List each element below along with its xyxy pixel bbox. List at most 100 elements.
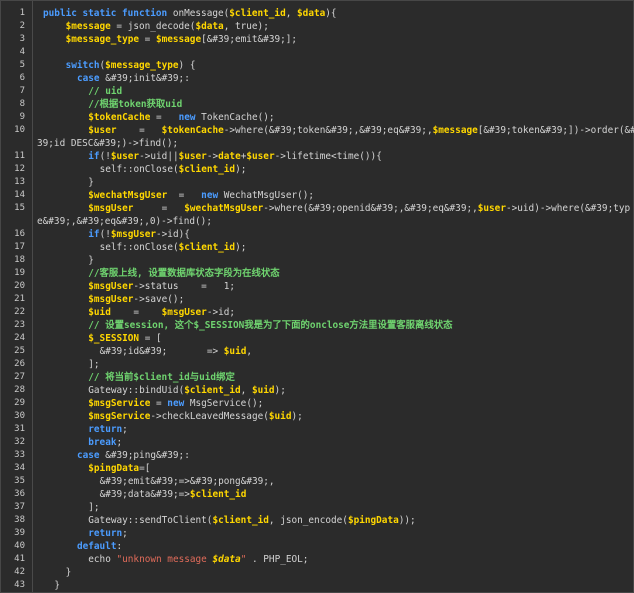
code-line: 5 switch($message_type) {	[1, 59, 633, 72]
code-token: &#39;init&#39;:	[105, 73, 190, 84]
code-line: 12 self::onClose($client_id);	[1, 163, 633, 176]
code-token: ;	[122, 424, 128, 435]
code-token: return	[88, 424, 123, 435]
code-token: );	[291, 411, 303, 422]
code-text: }	[54, 579, 60, 592]
line-number: 31	[14, 424, 25, 434]
code-text: &#39;data&#39;=>$client_id	[100, 488, 247, 501]
code-text: //客服上线, 设置数据库状态字段为在线状态	[88, 267, 279, 280]
line-number: 36	[14, 489, 25, 499]
code-text: switch($message_type) {	[66, 59, 196, 72]
code-token: $uid	[251, 385, 275, 396]
code-text: }	[88, 176, 94, 189]
code-token: }	[88, 255, 94, 266]
code-line: 38 Gateway::sendToClient($client_id, json…	[1, 514, 633, 527]
line-number: 1	[19, 8, 25, 18]
code-text: }	[88, 254, 94, 267]
line-number: 27	[14, 372, 25, 382]
code-token: ->id){	[156, 229, 190, 240]
code-token: ->	[206, 151, 219, 162]
code-token: ->save();	[133, 294, 185, 305]
line-number: 21	[14, 294, 25, 304]
code-line: 29 $msgService = new MsgService();	[1, 397, 633, 410]
line-number: 30	[14, 411, 25, 421]
code-line-wrap: 39;id DESC&#39;)->find();	[1, 137, 633, 150]
line-number: 19	[14, 268, 25, 278]
line-number: 39	[14, 528, 25, 538]
code-token: // 将当前$client_id与uid绑定	[88, 372, 235, 383]
line-number: 34	[14, 463, 25, 473]
code-token: Gateway::sendToClient(	[88, 515, 213, 526]
line-number: 32	[14, 437, 25, 447]
code-token: case	[76, 73, 106, 84]
code-text: // uid	[88, 85, 122, 98]
code-token: TokenCache();	[201, 112, 275, 123]
line-number: 5	[19, 60, 25, 70]
code-line: 32 break;	[1, 436, 633, 449]
code-text: Gateway::bindUid($client_id, $uid);	[88, 384, 286, 397]
code-text: if(!$msgUser->id){	[88, 228, 190, 241]
line-number: 2	[19, 21, 25, 31]
code-line: 14 $wechatMsgUser = new WechatMsgUser();	[1, 189, 633, 202]
line-number: 40	[14, 541, 25, 551]
code-token: $msgUser	[88, 281, 134, 292]
code-text: $_SESSION = [	[88, 332, 161, 345]
code-token: }	[65, 567, 72, 578]
code-text: //根据token获取uid	[88, 98, 182, 111]
code-text: $uid = $msgUser->id;	[88, 306, 235, 319]
line-number: 42	[14, 567, 25, 577]
code-token: $client_id	[189, 489, 247, 500]
code-token: $msgUser	[88, 294, 134, 305]
code-token: ) {	[178, 60, 196, 71]
code-line: 13}	[1, 176, 633, 189]
code-token: =	[139, 34, 156, 45]
code-token: self::onClose(	[99, 164, 179, 175]
code-token: new	[178, 112, 202, 123]
code-token: =	[150, 398, 168, 409]
code-editor[interactable]: 1 public static function onMessage($clien…	[0, 0, 634, 593]
code-line: 37];	[1, 501, 633, 514]
code-token: :	[116, 541, 123, 552]
code-token: $_SESSION	[88, 333, 140, 344]
code-token: $uid	[88, 307, 111, 318]
code-line: 36 &#39;data&#39;=>$client_id	[1, 488, 633, 501]
code-token: &#39;emit&#39;=>&#39;pong&#39;,	[99, 476, 275, 487]
code-token: ,	[285, 8, 298, 19]
code-token: // uid	[88, 86, 123, 97]
code-line: 34 $pingData=[	[1, 462, 633, 475]
line-number: 24	[14, 333, 25, 343]
code-line: 27 // 将当前$client_id与uid绑定	[1, 371, 633, 384]
code-token: $data	[195, 21, 224, 32]
code-token: MsgService();	[189, 398, 264, 409]
code-token: // 设置session, 这个$_SESSION我是为了下面的onclose方…	[88, 320, 453, 331]
line-number: 43	[14, 580, 25, 590]
code-text: $msgUser->status = 1;	[88, 280, 235, 293]
line-number: 16	[14, 229, 25, 239]
code-token: Gateway::bindUid(	[88, 385, 185, 396]
line-number: 26	[14, 359, 25, 369]
line-number: 33	[14, 450, 25, 460]
code-line: 35 &#39;emit&#39;=>&#39;pong&#39;,	[1, 475, 633, 488]
code-token: echo	[88, 554, 117, 565]
code-token: break	[88, 437, 117, 448]
code-token: return	[88, 528, 123, 539]
code-token: = [	[139, 333, 162, 344]
code-token: $tokenCache	[88, 112, 151, 123]
code-token: ];	[88, 359, 100, 370]
code-line: 30 $msgService->checkLeavedMessage($uid);	[1, 410, 633, 423]
line-number: 4	[19, 47, 25, 57]
code-token: $user	[88, 125, 117, 136]
code-text: &#39;emit&#39;=>&#39;pong&#39;,	[100, 475, 275, 488]
code-token: if	[88, 151, 100, 162]
code-line: 26];	[1, 358, 633, 371]
code-token: $message_type	[105, 60, 179, 71]
code-token: $pingData	[88, 463, 140, 474]
code-token: WechatMsgUser();	[223, 190, 315, 201]
code-line: 15 $msgUser = $wechatMsgUser->where(&#39;…	[1, 202, 633, 215]
code-text: case &#39;ping&#39;:	[77, 449, 190, 462]
line-number: 23	[14, 320, 25, 330]
code-token: = json_decode(	[110, 21, 196, 32]
code-token: new	[201, 190, 224, 201]
code-token: ];	[88, 502, 100, 513]
code-token: =	[133, 203, 185, 214]
